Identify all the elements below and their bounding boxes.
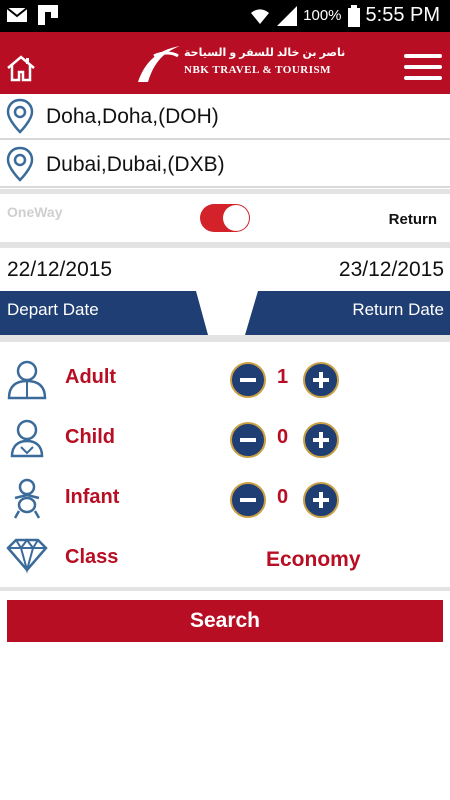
menu-bar [404, 76, 442, 80]
app-header: ناصر بن خالد للسفر و السياحة NBK TRAVEL … [0, 32, 450, 94]
oneway-label[interactable]: OneWay [7, 204, 63, 220]
return-date-value[interactable]: 23/12/2015 [339, 258, 444, 282]
menu-bar [404, 65, 442, 69]
trip-type-bar: OneWay Return [0, 194, 450, 242]
return-label[interactable]: Return [389, 211, 437, 228]
diamond-icon [6, 538, 48, 574]
infant-minus-button[interactable] [230, 482, 266, 518]
wifi-icon [251, 8, 270, 24]
adult-row: Adult 1 [0, 354, 450, 410]
divider [0, 242, 450, 248]
home-icon[interactable] [6, 54, 36, 82]
search-button[interactable]: Search [7, 600, 443, 642]
battery-icon [347, 4, 360, 27]
logo-swoosh-icon [138, 46, 180, 82]
logo-arabic-text: ناصر بن خالد للسفر و السياحة [184, 47, 346, 59]
mail-icon [6, 7, 28, 22]
destination-value: Dubai,Dubai,(DXB) [46, 153, 225, 176]
menu-button[interactable] [404, 54, 442, 82]
trip-type-toggle[interactable] [200, 204, 250, 232]
adult-minus-button[interactable] [230, 362, 266, 398]
adult-icon [7, 360, 47, 400]
adult-plus-button[interactable] [303, 362, 339, 398]
child-row: Child 0 [0, 414, 450, 470]
child-label: Child [65, 426, 115, 448]
battery-percent: 100% [303, 7, 342, 24]
location-pin-icon [6, 146, 34, 182]
infant-plus-button[interactable] [303, 482, 339, 518]
signal-icon [277, 5, 298, 26]
child-count: 0 [277, 426, 289, 448]
child-plus-button[interactable] [303, 422, 339, 458]
depart-date-value[interactable]: 22/12/2015 [7, 258, 112, 282]
location-pin-icon [6, 98, 34, 134]
toggle-knob [223, 205, 249, 231]
class-value[interactable]: Economy [266, 548, 361, 572]
adult-count: 1 [277, 366, 289, 388]
infant-label: Infant [65, 486, 120, 508]
infant-count: 0 [277, 486, 289, 508]
child-minus-button[interactable] [230, 422, 266, 458]
divider [0, 335, 450, 342]
nbk-logo: ناصر بن خالد للسفر و السياحة NBK TRAVEL … [134, 42, 345, 86]
flipboard-icon [38, 5, 58, 25]
return-date-button[interactable]: Return Date [352, 300, 444, 320]
date-label-bar: Depart Date Return Date [0, 291, 450, 335]
logo-english-text: NBK TRAVEL & TOURISM [184, 64, 332, 76]
infant-icon [13, 478, 41, 519]
child-icon [10, 419, 44, 458]
date-values: 22/12/2015 23/12/2015 [0, 252, 450, 288]
origin-value: Doha,Doha,(DOH) [46, 105, 219, 128]
depart-date-button[interactable]: Depart Date [7, 300, 99, 320]
origin-field[interactable]: Doha,Doha,(DOH) [0, 94, 450, 140]
class-row: Class [0, 534, 450, 590]
infant-row: Infant 0 [0, 474, 450, 530]
clock: 5:55 PM [365, 4, 440, 26]
menu-bar [404, 54, 442, 58]
adult-label: Adult [65, 366, 117, 388]
divider [0, 587, 450, 591]
destination-field[interactable]: Dubai,Dubai,(DXB) [0, 142, 450, 188]
class-label: Class [65, 546, 119, 568]
status-bar: 100% 5:55 PM [0, 0, 450, 32]
